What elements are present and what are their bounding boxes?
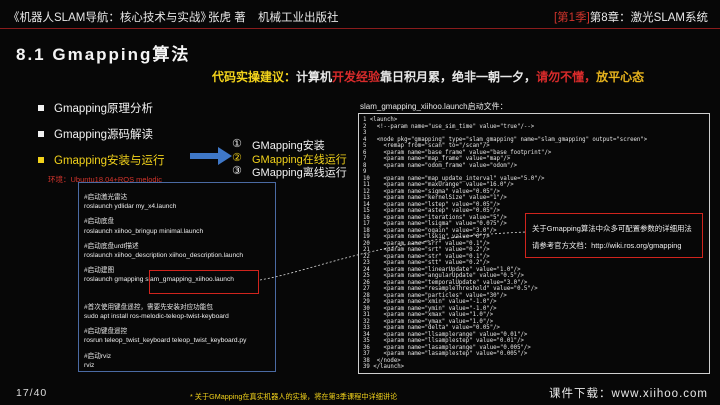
code-line: 12 <param name="sigma" value="0.05"/> bbox=[363, 188, 500, 195]
advice-banner: 代码实操建议：计算机开发经验靠日积月累，绝非一朝一夕，请勿不懂，放平心态 bbox=[212, 68, 644, 85]
command-comment: #启动建图 bbox=[84, 267, 115, 275]
note-line-1: 关于Gmapping算法中众多可配置参数的详细用法 bbox=[532, 224, 692, 233]
code-line: 13 <param name="kernelSize" value="1"/> bbox=[363, 195, 507, 201]
book-title: 《机器人SLAM导航：核心技术与实战》 bbox=[8, 12, 212, 24]
code-line: 38 </node> bbox=[363, 357, 401, 364]
code-line: 1 <launch> bbox=[363, 117, 398, 123]
code-line: 36 <param name="lasamplerange" value="0.… bbox=[363, 344, 531, 351]
step-item: ③ GMapping离线运行 bbox=[232, 164, 347, 180]
parameter-doc-note: 关于Gmapping算法中众多可配置参数的详细用法 请参考官方文档：http:/… bbox=[525, 213, 703, 258]
command-line: roslaunch ydlidar my_x4.launch bbox=[84, 203, 177, 211]
code-line: 18 <param name="ogain" value="3.0"/> bbox=[363, 227, 497, 234]
code-line: 2 <!--param name="use_sim_time" value="t… bbox=[363, 123, 535, 130]
code-line: 20 <param name="srr" value="0.1"/> bbox=[363, 240, 490, 247]
code-line: 39 </launch> bbox=[363, 364, 405, 370]
command-line: sudo apt install ros-melodic-teleop-twis… bbox=[84, 313, 229, 320]
list-item-label: Gmapping源码解读 bbox=[54, 129, 154, 141]
code-line: 10 <param name="map_update_interval" val… bbox=[363, 175, 545, 182]
step-number: ③ bbox=[232, 165, 242, 177]
code-line: 24 <param name="linearUpdate" value="1.0… bbox=[363, 266, 521, 273]
code-line: 15 <param name="astep" value="0.05"/> bbox=[363, 208, 500, 214]
code-line: 16 <param name="iterations" value="5"/> bbox=[363, 214, 507, 221]
advice-highlight-1: 开发经验 bbox=[332, 70, 381, 84]
code-line: 7 <param name="map_frame" value="map"/> bbox=[363, 156, 511, 162]
list-item: Gmapping原理分析 bbox=[38, 100, 153, 116]
command-comment: #启动底盘 bbox=[84, 218, 115, 226]
list-item-active: Gmapping安装与运行 bbox=[38, 152, 165, 168]
bullet-square-icon bbox=[38, 131, 44, 137]
code-line: 5 <remap from="scan" to="/scan"/> bbox=[363, 143, 490, 149]
code-line: 25 <param name="angularUpdate" value="0.… bbox=[363, 273, 524, 279]
command-comment: #启动激光雷达 bbox=[84, 194, 128, 201]
note-line-2: 请参考官方文档：http://wiki.ros.org/gmapping bbox=[532, 241, 682, 250]
code-line: 34 <param name="llsamplerange" value="0.… bbox=[363, 331, 528, 338]
advice-highlight-2: 请勿不懂， bbox=[536, 70, 597, 84]
chapter-info: [第1季]第8章：激光SLAM系统 bbox=[554, 9, 708, 25]
code-line: 9 bbox=[363, 169, 367, 175]
code-line: 3 bbox=[363, 130, 367, 136]
code-line: 37 <param name="lasamplestep" value="0.0… bbox=[363, 351, 528, 357]
code-line: 22 <param name="str" value="0.1"/> bbox=[363, 253, 490, 260]
list-item: Gmapping源码解读 bbox=[38, 126, 153, 142]
code-line: 29 <param name="xmin" value="-1.0"/> bbox=[363, 299, 497, 305]
bullet-square-icon bbox=[38, 157, 44, 163]
code-line: 6 <param name="base_frame" value="base_f… bbox=[363, 149, 552, 156]
code-line: 28 <param name="particles" value="30"/> bbox=[363, 292, 507, 299]
code-line: 14 <param name="lstep" value="0.05"/> bbox=[363, 201, 500, 208]
advice-text-1: 计算机 bbox=[296, 70, 333, 84]
command-line: rviz bbox=[84, 361, 95, 369]
command-comment: #启动rviz bbox=[84, 352, 112, 360]
code-line: 4 <node pkg="gmapping" type="slam_gmappi… bbox=[363, 136, 648, 143]
code-line: 32 <param name="ymax" value="1.0"/> bbox=[363, 318, 494, 325]
footer-note: * 关于GMapping在真实机器人的实操，将在第3季课程中详细讲论 bbox=[190, 392, 398, 401]
code-line: 30 <param name="ymin" value="-1.0"/> bbox=[363, 305, 497, 312]
command-comment: #启动底盘urdf描述 bbox=[84, 242, 139, 250]
command-comment: #启动键盘遥控 bbox=[84, 328, 128, 336]
command-line: roslaunch xiihoo_bringup minimal.launch bbox=[84, 227, 204, 235]
code-line: 21 <param name="srt" value="0.2"/> bbox=[363, 247, 490, 253]
code-line: 23 <param name="stt" value="0.2"/> bbox=[363, 260, 490, 266]
code-line: 26 <param name="temporalUpdate" value="3… bbox=[363, 279, 528, 286]
code-line: 35 <param name="llsamplestep" value="0.0… bbox=[363, 338, 524, 344]
right-arrow-icon bbox=[190, 147, 232, 165]
advice-highlight-3: 放平心态 bbox=[596, 70, 645, 84]
publisher: 机械工业出版社 bbox=[258, 12, 339, 24]
code-line: 31 <param name="xmax" value="1.0"/> bbox=[363, 312, 494, 318]
author: 张虎 著 bbox=[208, 12, 246, 24]
command-comment: #首次使用键盘遥控，需要先安装对应功能包 bbox=[84, 303, 213, 311]
page-number: 17/40 bbox=[16, 387, 48, 399]
code-line: 8 <param name="odom_frame" value="odom"/… bbox=[363, 162, 518, 169]
step-label: GMapping离线运行 bbox=[252, 167, 347, 179]
command-line: rosrun teleop_twist_keyboard teleop_twis… bbox=[84, 337, 247, 345]
chapter-label: 第8章：激光SLAM系统 bbox=[589, 12, 708, 24]
list-item-label: Gmapping原理分析 bbox=[54, 103, 154, 115]
code-line: 27 <param name="resampleThreshold" value… bbox=[363, 286, 538, 292]
code-line: 33 <param name="delta" value="0.05"/> bbox=[363, 325, 500, 331]
header-divider bbox=[0, 28, 720, 29]
launch-file-title: slam_gmapping_xiihoo.launch启动文件： bbox=[360, 102, 508, 111]
bullet-square-icon bbox=[38, 105, 44, 111]
highlight-box bbox=[149, 270, 259, 294]
download-link[interactable]: 课件下载：www.xiihoo.com bbox=[549, 385, 708, 401]
code-line: 17 <param name="lsigma" value="0.075"/> bbox=[363, 221, 507, 227]
advice-label: 代码实操建议： bbox=[212, 70, 297, 84]
slide-title: 8.1 Gmapping算法 bbox=[16, 45, 191, 64]
code-line: 11 <param name="maxUrange" value="16.0"/… bbox=[363, 182, 514, 188]
list-item-label: Gmapping安装与运行 bbox=[54, 155, 165, 167]
advice-text-2: 靠日积月累，绝非一朝一夕， bbox=[380, 70, 537, 84]
code-line: 19 <param name="lskip" value="0"/> bbox=[363, 234, 490, 240]
season-label: [第1季] bbox=[553, 12, 590, 24]
command-line: roslaunch xiihoo_description xiihoo_desc… bbox=[84, 252, 244, 259]
